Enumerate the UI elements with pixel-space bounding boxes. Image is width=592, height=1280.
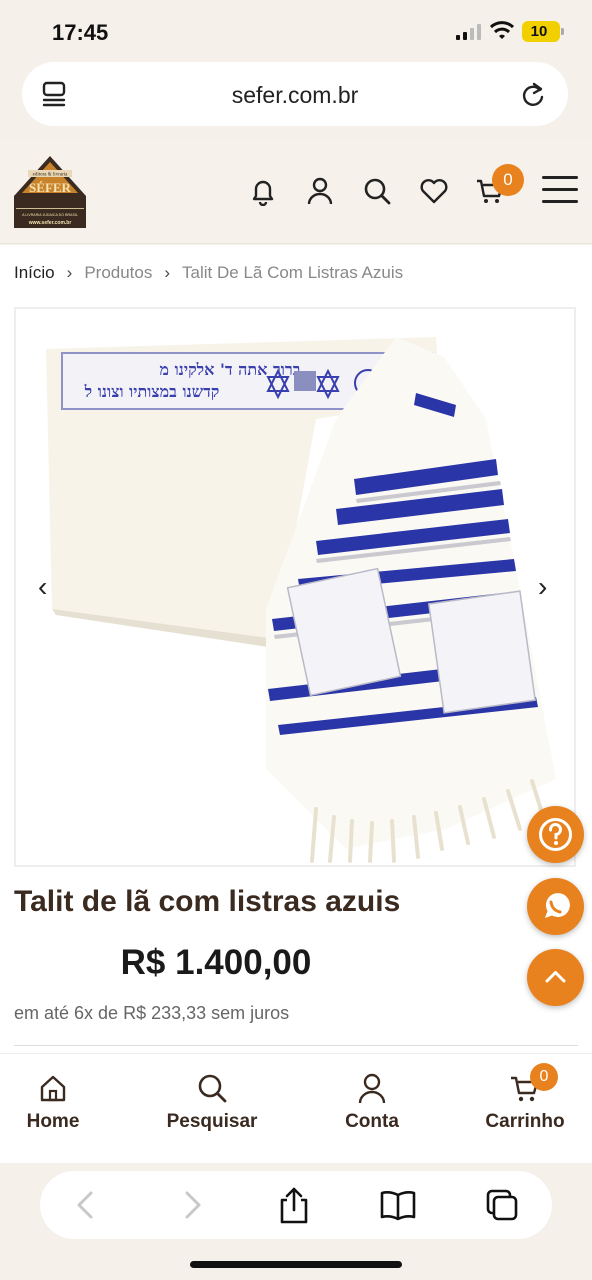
- cellular-signal-icon: [456, 24, 481, 40]
- nav-cart[interactable]: Carrinho: [455, 1072, 592, 1133]
- tabs-icon[interactable]: [484, 1185, 520, 1225]
- notification-bell-icon[interactable]: [248, 176, 278, 206]
- gallery-prev-arrow[interactable]: ‹: [38, 571, 47, 603]
- search-icon[interactable]: [362, 176, 392, 206]
- home-icon: [40, 1075, 66, 1102]
- battery-indicator: 10: [522, 21, 564, 42]
- bookmarks-icon[interactable]: [380, 1185, 416, 1225]
- home-indicator: [190, 1261, 402, 1268]
- product-title: Talit de lã com listras azuis: [14, 885, 401, 918]
- bottom-navigation: Home Pesquisar Conta Carrinho: [0, 1053, 592, 1163]
- svg-text:SÉFER: SÉFER: [29, 180, 72, 195]
- divider: [14, 1045, 578, 1046]
- sefer-logo[interactable]: editora & livraria SÉFER A LIVRARIA JUDA…: [14, 156, 86, 228]
- breadcrumb-chevron-icon: ›: [164, 263, 171, 282]
- help-button[interactable]: [527, 806, 584, 863]
- reload-icon[interactable]: [520, 80, 546, 108]
- wishlist-heart-icon[interactable]: [419, 176, 449, 206]
- scroll-to-top-button[interactable]: [527, 949, 584, 1006]
- nav-search[interactable]: Pesquisar: [142, 1072, 282, 1133]
- product-price: R$ 1.400,00: [120, 943, 312, 982]
- user-icon: [358, 1073, 386, 1104]
- svg-text:A LIVRARIA JUDAICA DO BRASIL: A LIVRARIA JUDAICA DO BRASIL: [22, 213, 78, 217]
- nav-home-label: Home: [26, 1111, 80, 1132]
- breadcrumb: Início › Produtos › Talit De Lã Com Listras …: [14, 263, 403, 283]
- battery-level: 10: [530, 23, 548, 40]
- installments-text: em até 6x de R$ 233,33 sem juros: [14, 1003, 290, 1023]
- svg-text:editora & livraria: editora & livraria: [33, 173, 68, 178]
- nav-cart-label: Carrinho: [485, 1111, 565, 1132]
- breadcrumb-products[interactable]: Produtos: [84, 263, 152, 282]
- product-page: Início › Produtos › Talit De Lã Com Listras …: [0, 245, 592, 1053]
- product-image: ברוך אתה ד' אלקינו מ קדשנו במצותיו וצונו…: [46, 337, 556, 863]
- breadcrumb-current: Talit De Lã Com Listras Azuis: [182, 263, 404, 282]
- header-cart-count-badge[interactable]: 0: [492, 164, 524, 196]
- nav-search-label: Pesquisar: [166, 1111, 258, 1132]
- nav-cart-count-badge: 0: [530, 1063, 558, 1091]
- search-icon: [198, 1074, 227, 1103]
- share-icon[interactable]: [276, 1185, 312, 1225]
- user-account-icon[interactable]: [305, 176, 335, 206]
- status-bar: 17:45 10: [0, 0, 592, 62]
- nav-account[interactable]: Conta: [302, 1072, 442, 1133]
- wifi-icon: [490, 21, 514, 39]
- svg-text:www.sefer.com.br: www.sefer.com.br: [28, 220, 72, 226]
- chevron-up-icon: [545, 971, 566, 983]
- forward-icon[interactable]: [174, 1185, 210, 1225]
- svg-text:קדשנו במצותיו וצונו ל: קדשנו במצותיו וצונו ל: [84, 382, 220, 401]
- hamburger-menu-icon[interactable]: [542, 176, 578, 206]
- nav-account-label: Conta: [345, 1111, 399, 1132]
- whatsapp-button[interactable]: [527, 878, 584, 935]
- product-image-gallery[interactable]: ברוך אתה ד' אלקינו מ קדשנו במצותיו וצונו…: [14, 307, 576, 867]
- breadcrumb-chevron-icon: ›: [66, 263, 73, 282]
- nav-home[interactable]: Home: [0, 1072, 123, 1133]
- browser-toolbar: [0, 1163, 592, 1280]
- status-time: 17:45: [52, 20, 109, 45]
- breadcrumb-home[interactable]: Início: [14, 263, 55, 282]
- help-question-icon: [539, 818, 572, 851]
- back-icon[interactable]: [68, 1185, 104, 1225]
- whatsapp-icon: [545, 893, 570, 918]
- gallery-next-arrow[interactable]: ›: [538, 571, 547, 603]
- url-text[interactable]: sefer.com.br: [22, 82, 568, 109]
- address-bar[interactable]: sefer.com.br: [22, 62, 568, 126]
